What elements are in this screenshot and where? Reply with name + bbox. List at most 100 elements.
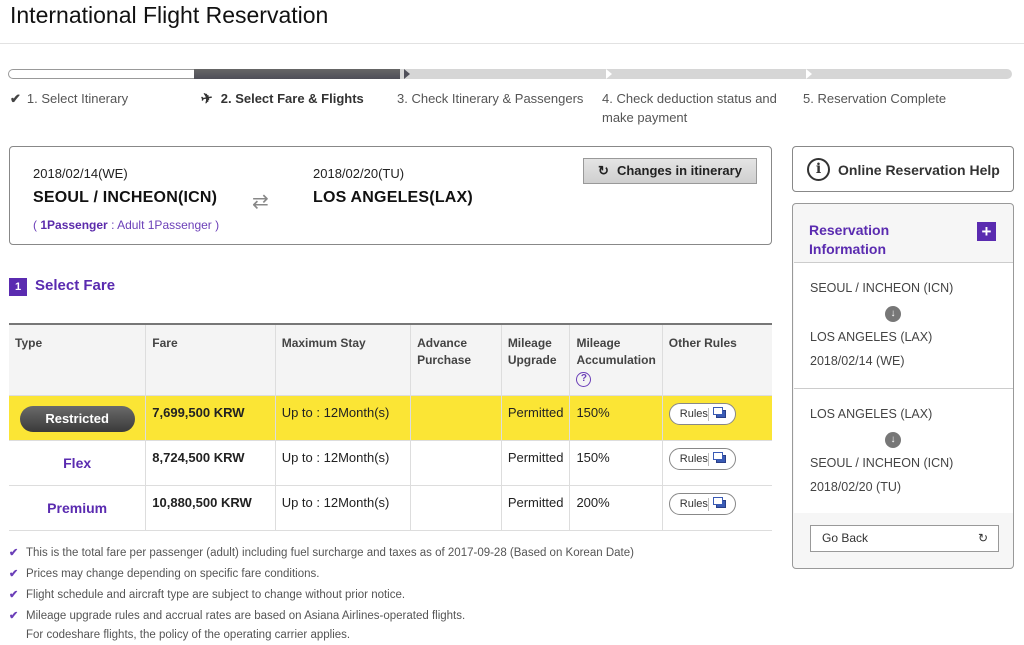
title-divider [0,43,1024,44]
fare-type-link-flex[interactable]: Flex [63,455,91,471]
advance-purchase [410,440,502,486]
column-header: Other Rules [661,323,772,396]
arrow-down-circle-icon: ↓ [885,306,901,322]
check-icon: ✔ [9,568,19,580]
column-header-mileage-accumulation: Mileage Accumulation ? [569,323,663,396]
rules-button[interactable]: Rules [668,492,736,515]
reservation-information-panel: Reservation Information + SEOUL / INCHEO… [792,203,1014,569]
fare-table: Type Fare Maximum Stay Advance Purchase … [9,323,772,531]
help-label: Online Reservation Help [838,162,1000,178]
progress-chevron [404,69,410,79]
refresh-icon: ↻ [977,531,988,545]
arrow-down-circle-icon: ↓ [885,432,901,448]
other-rules-cell: Rules [661,485,772,531]
progress-chevron [606,69,612,79]
step-progress-bar [8,69,1012,79]
column-header: Advance Purchase [410,323,502,396]
mileage-accumulation: 150% [569,440,663,486]
progress-segment-1 [8,69,198,79]
note-continuation: For codeshare flights, the policy of the… [26,629,351,641]
mileage-accumulation: 200% [569,485,663,531]
page-title: International Flight Reservation [10,2,329,28]
step-label: 3. Check Itinerary & Passengers [397,91,584,106]
section-title: Select Fare [35,277,116,294]
column-header: Mileage Upgrade [500,323,570,396]
reservation-segment-1: SEOUL / INCHEON (ICN) ↓ LOS ANGELES (LAX… [794,262,1013,388]
step-1: ✔ 1. Select Itinerary [10,89,128,108]
go-back-button[interactable]: Go Back ↻ [810,525,999,552]
depart-date: 2018/02/14(WE) [33,166,128,181]
fare-table-header: Type Fare Maximum Stay Advance Purchase … [9,323,772,396]
rules-button[interactable]: Rules [668,402,736,425]
swap-arrows-icon: ⇄ [252,191,269,213]
plane-icon: ✈ [199,89,214,107]
fare-notes: ✔ This is the total fare per passenger (a… [9,543,634,645]
mileage-upgrade: Permitted [500,395,570,441]
mileage-upgrade: Permitted [500,485,570,531]
other-rules-cell: Rules [661,395,772,441]
step-label: 2. Select Fare & Flights [220,91,364,106]
fare-row-flex[interactable]: Flex 8,724,500 KRW Up to : 12Month(s) Pe… [9,440,772,486]
fare-type-cell: Restricted [9,395,146,441]
other-rules-cell: Rules [661,440,772,486]
return-date: 2018/02/20(TU) [313,166,405,181]
step-4: 4. Check deduction status and make payme… [602,89,782,127]
column-header: Type [9,323,146,396]
rules-window-icon [712,496,726,508]
progress-segment-3 [400,69,610,79]
segment-to: SEOUL / INCHEON (ICN) [810,456,954,470]
fare-type-cell: Flex [9,440,146,486]
max-stay: Up to : 12Month(s) [274,395,411,441]
online-reservation-help-button[interactable]: i Online Reservation Help [792,146,1014,192]
step-5: 5. Reservation Complete [803,89,946,108]
rules-window-icon [712,451,726,463]
note-item: ✔ This is the total fare per passenger (a… [9,543,634,564]
check-icon: ✔ [9,610,19,622]
note-item: ✔ Flight schedule and aircraft type are s… [9,585,634,606]
segment-date: 2018/02/14 (WE) [810,354,905,368]
rules-button[interactable]: Rules [668,447,736,470]
segment-from: LOS ANGELES (LAX) [810,407,933,421]
fare-amount: 10,880,500 KRW [145,485,276,531]
destination-city: LOS ANGELES(LAX) [313,189,473,206]
progress-segment-5 [802,69,1012,79]
step-label: 4. Check deduction status and make payme… [602,91,777,125]
check-icon: ✔ [9,589,19,601]
refresh-icon: ↻ [598,163,609,178]
step-2-current: ✈ 2. Select Fare & Flights [199,89,364,108]
info-icon: i [807,158,830,181]
itinerary-summary: 2018/02/14(WE) 2018/02/20(TU) SEOUL / IN… [9,146,772,245]
note-item: ✔ Prices may change depending on specific… [9,564,634,585]
check-icon: ✔ [9,547,19,559]
section-number-badge: 1 [9,278,27,296]
advance-purchase [410,485,502,531]
mileage-upgrade: Permitted [500,440,570,486]
fare-type-link-premium[interactable]: Premium [47,500,107,516]
max-stay: Up to : 12Month(s) [274,440,411,486]
rules-window-icon [712,406,726,418]
reservation-segment-2: LOS ANGELES (LAX) ↓ SEOUL / INCHEON (ICN… [794,388,1013,513]
fare-row-premium[interactable]: Premium 10,880,500 KRW Up to : 12Month(s… [9,485,772,531]
note-item: ✔ Mileage upgrade rules and accrual rates… [9,606,634,627]
passenger-summary: ( 1Passenger : Adult 1Passenger ) [33,218,220,232]
mileage-accumulation: 150% [569,395,663,441]
check-icon: ✔ [10,91,21,106]
changes-in-itinerary-button[interactable]: ↻ Changes in itinerary [583,158,757,184]
segment-from: SEOUL / INCHEON (ICN) [810,281,954,295]
step-label: 1. Select Itinerary [26,91,129,106]
help-circle-icon[interactable]: ? [576,372,592,387]
fare-amount: 8,724,500 KRW [145,440,276,486]
plus-icon[interactable]: + [977,222,996,241]
step-3: 3. Check Itinerary & Passengers [397,89,583,108]
fare-amount: 7,699,500 KRW [145,395,276,441]
advance-purchase [410,395,502,441]
step-label: 5. Reservation Complete [803,91,947,106]
column-header: Fare [145,323,276,396]
max-stay: Up to : 12Month(s) [274,485,411,531]
reservation-info-title: Reservation Information [809,222,890,257]
fare-type-button-restricted[interactable]: Restricted [19,405,135,432]
fare-row-restricted[interactable]: Restricted 7,699,500 KRW Up to : 12Month… [9,395,772,441]
passenger-count: 1Passenger [40,218,108,232]
progress-chevron [806,69,812,79]
segment-date: 2018/02/20 (TU) [810,480,902,494]
